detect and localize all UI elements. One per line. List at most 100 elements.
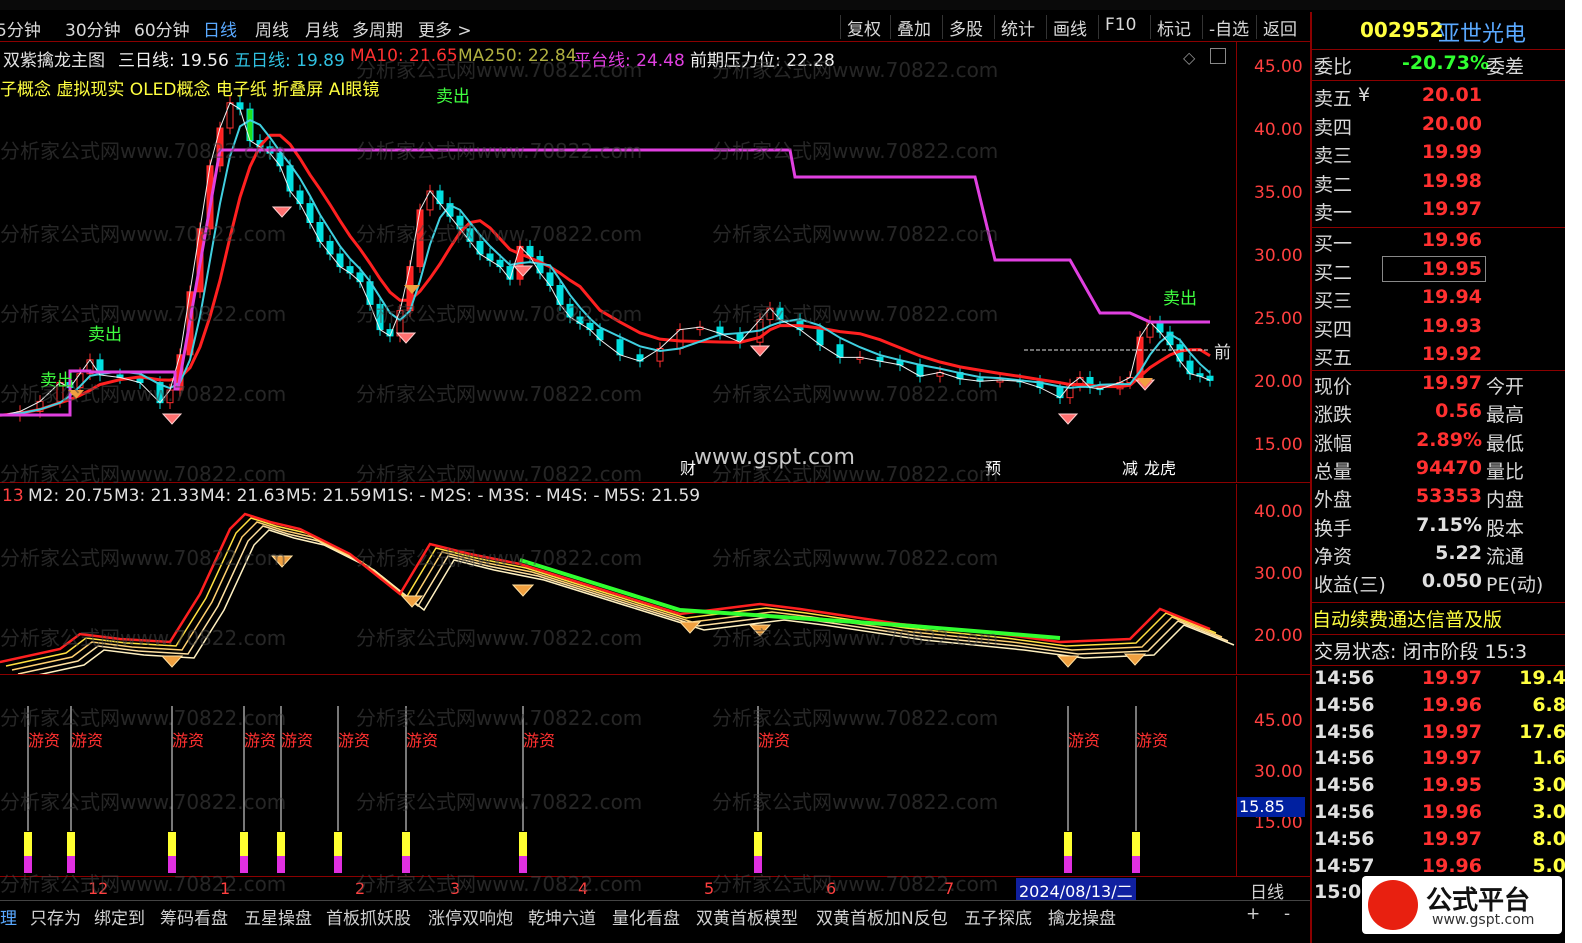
period-daily[interactable]: 日线 [203, 16, 237, 41]
period-toolbar: 5分钟 30分钟 60分钟 日线 周线 月线 多周期 更多 > 复权 叠加 多股… [0, 12, 1310, 42]
currency-mark: ¥ [1358, 84, 1371, 106]
buy-level-5-value: 19.92 [1421, 343, 1482, 365]
period-weekly[interactable]: 周线 [255, 16, 289, 41]
sub1-m5s: M5S: 21.59 [604, 486, 701, 506]
tick-time: 14:56 [1314, 774, 1375, 797]
candle-body [226, 102, 234, 129]
tab-qiankun[interactable]: 乾坤六道 [528, 904, 596, 929]
panel-toggle-icon[interactable] [1210, 48, 1226, 64]
stat-row-5-right-label: 股本 [1486, 517, 1525, 540]
selected-price-box[interactable] [1382, 255, 1486, 282]
tool-f10-button[interactable]: F10 [1098, 15, 1142, 39]
event-tag-jian: 减 [1122, 459, 1138, 478]
buy-level-1-label: 买一 [1314, 233, 1353, 255]
tab-shuanghuang[interactable]: 双黄首板模型 [696, 904, 798, 929]
candle-body [316, 222, 324, 242]
stat-row-4-label: 外盘 [1314, 489, 1353, 512]
tool-multistock-button[interactable]: 多股 [942, 15, 989, 40]
zoom-in-button[interactable]: + [1246, 904, 1260, 924]
sub1-ytick: 30.00 [1254, 564, 1303, 584]
tab-wuxing[interactable]: 五星操盘 [244, 904, 312, 929]
trade-state: 交易状态: 闭市阶段 15:3 [1314, 641, 1528, 663]
stock-header: 002952 亚世光电 [1312, 12, 1565, 48]
diamond-icon[interactable]: ◇ [1183, 48, 1195, 67]
diamond-buy-icon [1057, 413, 1079, 425]
tick-price: 19.96 [1421, 693, 1482, 716]
period-multi[interactable]: 多周期 [352, 16, 403, 41]
notice-banner[interactable]: 自动续费通达信普及版 [1312, 605, 1565, 633]
main-y-axis-line [1236, 42, 1237, 482]
tool-fuquan-button[interactable]: 复权 [840, 15, 887, 40]
youzi-label: 游资 [406, 731, 438, 750]
panel-divider [1312, 634, 1565, 635]
youzi-bar-top [754, 832, 762, 856]
stat-row-0-label: 现价 [1314, 376, 1353, 398]
diamond-buy-icon [749, 345, 771, 357]
sub1-m1s: M1S: - [372, 486, 426, 506]
watermark-text: 分析家公式网www.70822.com [0, 139, 287, 163]
tool-watchlist-button[interactable]: -自选 [1202, 15, 1255, 40]
youzi-label: 游资 [1136, 731, 1168, 750]
main-ytick: 30.00 [1254, 246, 1303, 266]
tick-price: 19.96 [1421, 801, 1482, 823]
sub1-m3: M3: 21.33 [114, 486, 200, 506]
tick-price: 19.97 [1421, 720, 1482, 743]
tool-overlay-button[interactable]: 叠加 [890, 15, 937, 40]
sell-level-4: 卖四 20.00 [1312, 113, 1565, 141]
watermark-text: 分析家公式网www.70822.com [356, 872, 643, 896]
event-tag-longhu: 龙虎 [1144, 459, 1176, 478]
candle-body [616, 339, 624, 356]
tab-shuanghuang-n[interactable]: 双黄首板加N反包 [816, 904, 948, 929]
stat-row-2-label: 涨幅 [1314, 432, 1353, 455]
period-monthly[interactable]: 月线 [305, 16, 339, 41]
main-ytick: 40.00 [1254, 120, 1303, 140]
legend-sanri: 三日线: 19.56 [118, 51, 229, 71]
buy-level-4-value: 19.93 [1421, 314, 1482, 337]
tick-row: 14:56 19.96 3.0 [1312, 801, 1565, 829]
tab-zhangting[interactable]: 涨停双响炮 [428, 904, 513, 929]
panel-divider [1312, 370, 1565, 371]
tab-wuzi[interactable]: 五子探底 [964, 904, 1032, 929]
tab-bind-to[interactable]: 绑定到 [94, 904, 145, 929]
watermark-text: 分析家公式网www.70822.com [712, 139, 999, 163]
tab-qinlong[interactable]: 擒龙操盘 [1048, 904, 1116, 929]
stock-code: 002952 [1360, 18, 1444, 42]
tool-stats-button[interactable]: 统计 [994, 15, 1041, 40]
tool-back-button[interactable]: 返回 [1256, 15, 1303, 40]
sell-level-4-label: 卖四 [1314, 116, 1353, 139]
top-menu-strip [0, 0, 1565, 10]
tick-volume: 17.6 [1519, 720, 1565, 743]
watermark-text: 分析家公式网www.70822.com [356, 626, 643, 650]
stat-row-4-value: 53353 [1415, 485, 1482, 508]
tool-mark-button[interactable]: 标记 [1150, 15, 1197, 40]
main-kline-chart[interactable]: 卖出 卖出 卖出 卖出前财预减龙虎 45.00 40.00 35.00 30.00 2… [0, 42, 1310, 482]
sub1-m5: M5: 21.59 [286, 486, 372, 506]
watermark-text: 分析家公式网www.70822.com [0, 382, 287, 406]
tab-chouma[interactable]: 筹码看盘 [160, 904, 228, 929]
pane-divider[interactable] [0, 674, 1310, 675]
stat-row-1-label: 涨跌 [1314, 404, 1353, 427]
tab-save-as[interactable]: 只存为 [30, 904, 81, 929]
tab-0[interactable]: 理 [0, 904, 17, 929]
stat-row-2-value: 2.89% [1416, 428, 1482, 451]
watermark-text: 分析家公式网www.70822.com [0, 706, 287, 730]
indicator-name[interactable]: 双紫擒龙主图 [3, 46, 105, 71]
youzi-bar-top [24, 832, 32, 856]
period-5min[interactable]: 5分钟 [0, 16, 41, 41]
buy-level-4: 买四 19.93 [1312, 315, 1565, 343]
period-30min[interactable]: 30分钟 [65, 16, 121, 41]
tick-volume: 5.0 [1532, 854, 1565, 877]
watermark-text: 分析家公式网www.70822.com [356, 546, 643, 570]
watermark-text: 分析家公式网www.70822.com [0, 302, 287, 326]
tab-shouban[interactable]: 首板抓妖股 [326, 904, 411, 929]
tab-lianghua[interactable]: 量化看盘 [612, 904, 680, 929]
period-60min[interactable]: 60分钟 [134, 16, 190, 41]
sub1-ytick: 40.00 [1254, 502, 1303, 522]
sell-level-1: 卖一 19.97 [1312, 198, 1565, 226]
tool-drawline-button[interactable]: 画线 [1046, 15, 1093, 40]
zoom-out-button[interactable]: - [1284, 904, 1290, 924]
period-more[interactable]: 更多 > [418, 16, 472, 41]
quote-panel: 002952 亚世光电 委比 -20.73% 委差 卖五 20.01 ¥ 卖四 20.0… [1310, 12, 1565, 943]
main-ytick: 15.00 [1254, 435, 1303, 455]
sell-level-5-value: 20.01 [1421, 84, 1482, 106]
